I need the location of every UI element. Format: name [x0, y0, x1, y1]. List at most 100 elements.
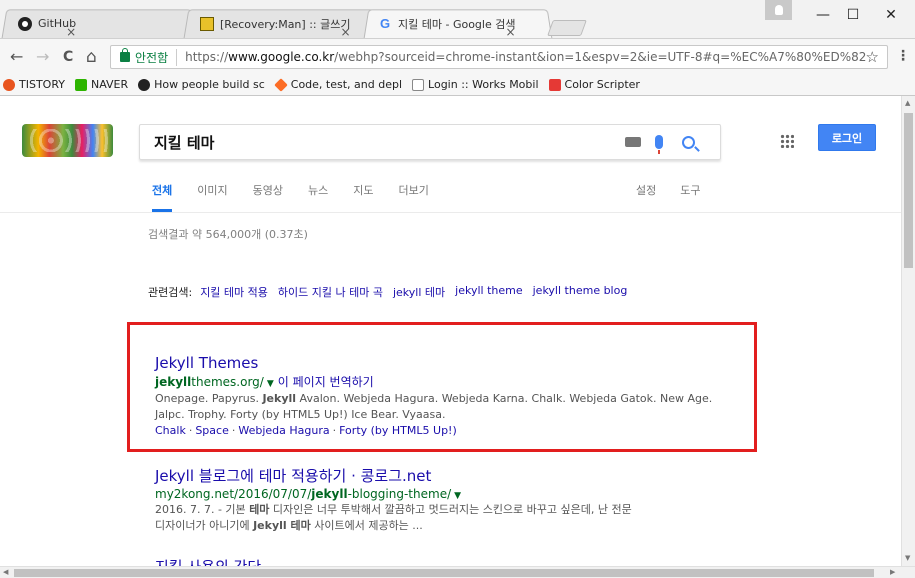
bookmark-label: Code, test, and depl — [290, 78, 403, 91]
sitelink[interactable]: Forty (by HTML5 Up!) — [339, 424, 457, 437]
search-tools: 설정 도구 — [636, 182, 725, 198]
google-doodle-logo[interactable] — [22, 124, 113, 157]
url-text[interactable]: https://www.google.co.kr/webhp?sourceid=… — [177, 50, 865, 64]
lock-icon — [120, 48, 130, 62]
url-scheme: https:// — [185, 50, 229, 64]
bookmark-color-scripter[interactable]: Color Scripter — [548, 78, 640, 91]
search-result: 지킬 사용의 간단 — [155, 556, 735, 566]
search-tabs: 전체 이미지 동영상 뉴스 지도 더보기 — [152, 182, 454, 212]
snippet-text: 2016. 7. 7. - 기본 — [155, 503, 250, 516]
sitelinks: Chalk · Space · Webjeda Hagura · Forty (by HTM… — [155, 424, 457, 437]
microphone-icon[interactable] — [655, 135, 663, 154]
result-url: my2kong.net/2016/07/07/jekyll-blogging-t… — [155, 487, 735, 501]
result-snippet: Onepage. Papyrus. Jekyll Avalon. Webjeda… — [155, 391, 735, 423]
snippet-bold: Jekyll — [262, 392, 297, 405]
bookmark-label: How people build sc — [154, 78, 265, 91]
close-icon[interactable]: × — [505, 25, 515, 39]
scroll-left-icon[interactable]: ◀ — [3, 568, 8, 576]
bookmarks-bar: TISTORY NAVER How people build sc Code, … — [0, 74, 915, 96]
dropdown-arrow-icon[interactable]: ▼ — [454, 491, 461, 501]
result-title-link[interactable]: Jekyll Themes — [155, 354, 735, 372]
sitelink[interactable]: Chalk — [155, 424, 186, 437]
tab-title: [Recovery:Man] :: 글쓰기 — [220, 17, 351, 31]
snippet-text: Onepage. Papyrus. — [155, 392, 263, 405]
related-link[interactable]: 하이드 지킬 나 테마 곡 — [278, 284, 383, 300]
scrollbar-thumb[interactable] — [904, 113, 913, 268]
star-icon[interactable]: ☆ — [866, 48, 887, 66]
snippet-text: Jalpc. Trophy. Forty (by HTML5 Up!) Ice … — [155, 408, 446, 421]
gitlab-icon — [273, 77, 288, 92]
title-bar: GitHub × [Recovery:Man] :: 글쓰기 × G 지킬 테마… — [0, 0, 915, 39]
keyboard-icon[interactable] — [625, 137, 641, 147]
translate-link[interactable]: 이 페이지 번역하기 — [278, 375, 374, 389]
tab-maps[interactable]: 지도 — [353, 182, 373, 212]
naver-icon — [74, 78, 87, 91]
url-pre: my2kong.net/2016/07/07/ — [155, 487, 312, 501]
bookmark-tistory[interactable]: TISTORY — [3, 78, 65, 91]
search-box — [139, 124, 721, 160]
url-path: /webhp?sourceid=chrome-instant&ion=1&esp… — [334, 50, 866, 64]
tab-recovery-man[interactable]: [Recovery:Man] :: 글쓰기 × — [183, 9, 379, 39]
result-title-link[interactable]: Jekyll 블로그에 테마 적용하기 · 콩로그.net — [155, 465, 735, 486]
forward-button[interactable]: → — [36, 48, 49, 66]
google-icon: G — [380, 16, 391, 31]
tab-all[interactable]: 전체 — [152, 182, 173, 212]
scroll-right-icon[interactable]: ▶ — [890, 568, 895, 576]
minimize-button[interactable]: — — [808, 4, 838, 26]
bookmark-label: TISTORY — [19, 78, 65, 91]
bookmark-github[interactable]: How people build sc — [138, 78, 265, 91]
back-button[interactable]: ← — [10, 48, 23, 66]
bookmark-label: NAVER — [90, 78, 129, 91]
github-icon — [18, 16, 32, 31]
bookmark-works-mobile[interactable]: Login :: Works Mobil — [412, 78, 539, 91]
bookmark-naver[interactable]: NAVER — [74, 78, 129, 91]
maximize-button[interactable]: ☐ — [838, 4, 868, 26]
new-tab-button[interactable] — [547, 20, 587, 36]
page-content: 로그인 전체 이미지 동영상 뉴스 지도 더보기 설정 도구 검색결과 약 56… — [0, 96, 901, 566]
settings-link[interactable]: 설정 — [636, 182, 656, 198]
related-link[interactable]: 지킬 테마 적용 — [200, 284, 268, 300]
result-snippet: 2016. 7. 7. - 기본 테마 디자인은 너무 투박해서 깔끔하고 멋드… — [155, 502, 735, 534]
close-window-button[interactable]: ✕ — [876, 4, 906, 26]
sitelink[interactable]: Webjeda Hagura — [238, 424, 329, 437]
profile-button[interactable] — [765, 0, 792, 20]
vertical-scrollbar[interactable]: ▲ ▼ — [901, 96, 915, 566]
secure-label: 안전함 — [135, 48, 178, 66]
person-icon — [774, 5, 783, 15]
tab-google-search[interactable]: G 지킬 테마 - Google 검색 × — [363, 9, 553, 39]
search-icon[interactable] — [682, 135, 695, 149]
reload-button[interactable]: C — [63, 48, 73, 66]
bookmark-gitlab[interactable]: Code, test, and depl — [273, 77, 403, 92]
close-icon[interactable]: × — [66, 25, 76, 39]
url-bold: jekyll — [155, 375, 192, 389]
tools-link[interactable]: 도구 — [680, 182, 700, 198]
close-icon[interactable]: × — [340, 25, 350, 39]
related-link[interactable]: jekyll theme blog — [533, 284, 628, 300]
related-link[interactable]: jekyll theme — [455, 284, 522, 300]
home-button[interactable]: ⌂ — [86, 48, 97, 66]
login-button[interactable]: 로그인 — [818, 124, 876, 151]
related-link[interactable]: jekyll 테마 — [393, 284, 445, 300]
url-rest: themes.org/ — [191, 375, 264, 389]
address-bar[interactable]: 안전함 https://www.google.co.kr/webhp?sourc… — [110, 45, 888, 69]
tab-github[interactable]: GitHub × — [1, 9, 197, 39]
tab-more[interactable]: 더보기 — [399, 182, 429, 212]
scrollbar-thumb[interactable] — [14, 569, 874, 577]
result-title-link[interactable]: 지킬 사용의 간단 — [155, 556, 735, 566]
related-searches: 관련검색: 지킬 테마 적용 하이드 지킬 나 테마 곡 jekyll 테마 j… — [148, 284, 637, 300]
tab-news[interactable]: 뉴스 — [308, 182, 328, 212]
snippet-bold: 테마 — [249, 503, 270, 516]
tab-images[interactable]: 이미지 — [197, 182, 227, 212]
github-icon — [138, 78, 151, 91]
tab-videos[interactable]: 동영상 — [253, 182, 283, 212]
scroll-up-icon[interactable]: ▲ — [905, 99, 910, 107]
related-label: 관련검색: — [148, 286, 193, 299]
sitelink[interactable]: Space — [195, 424, 229, 437]
dropdown-arrow-icon[interactable]: ▼ — [267, 379, 274, 389]
horizontal-scrollbar[interactable]: ◀ ▶ — [0, 566, 915, 578]
apps-grid-icon[interactable] — [780, 134, 794, 148]
scroll-down-icon[interactable]: ▼ — [905, 554, 910, 562]
search-input[interactable] — [140, 133, 625, 151]
bookmark-label: Login :: Works Mobil — [428, 78, 539, 91]
menu-icon[interactable]: ⋮ — [896, 48, 910, 64]
